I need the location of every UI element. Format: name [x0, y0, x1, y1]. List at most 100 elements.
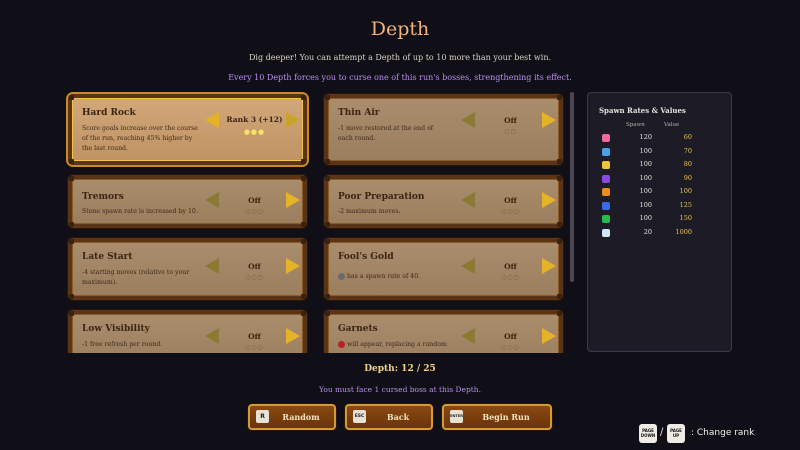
- curse-note: Every 10 Depth forces you to curse one o…: [228, 73, 572, 82]
- spawn-value: 100: [639, 146, 652, 155]
- esc-key-icon: ESC: [353, 410, 366, 423]
- decrease-rank-arrow-icon[interactable]: [205, 192, 219, 208]
- increase-rank-arrow-icon[interactable]: [286, 112, 300, 128]
- increase-rank-arrow-icon[interactable]: [542, 192, 556, 208]
- gem-icon: [602, 134, 610, 142]
- increase-rank-arrow-icon[interactable]: [542, 112, 556, 128]
- card-description-wrap: will appear, replacing a random: [338, 340, 456, 350]
- increase-rank-arrow-icon[interactable]: [286, 258, 300, 274]
- rank-label: Off: [248, 332, 261, 341]
- rank-label: Off: [504, 116, 517, 125]
- rate-row: 100 70: [598, 147, 726, 159]
- modifier-card-poor-preparation[interactable]: Poor Preparation -2 maximum moves. Off ○…: [324, 175, 563, 228]
- r-key-icon: R: [256, 410, 269, 423]
- increase-rank-arrow-icon[interactable]: [542, 258, 556, 274]
- rank-label: Off: [504, 196, 517, 205]
- modifier-card-thin-air[interactable]: Thin Air -1 move restored at the end of …: [324, 94, 563, 165]
- card-description: Stone spawn rate is increased by 10.: [82, 208, 198, 215]
- gem-value: 100: [679, 187, 692, 195]
- gem-icon: [602, 215, 610, 223]
- increase-rank-arrow-icon[interactable]: [542, 328, 556, 344]
- page-up-key-icon: PAGE UP: [667, 424, 685, 443]
- back-button[interactable]: ESC Back: [345, 404, 433, 430]
- modifier-card-fools-gold[interactable]: Fool's Gold has a spawn rate of 40. Off …: [324, 238, 563, 300]
- random-button-label: Random: [282, 412, 320, 422]
- card-description: -1 move restored at the end of each roun…: [338, 125, 434, 142]
- gem-value: 150: [679, 214, 692, 222]
- begin-run-button[interactable]: ENTER Begin Run: [442, 404, 552, 430]
- page-down-key-icon: PAGE DOWN: [639, 424, 657, 443]
- rank-label: Off: [504, 332, 517, 341]
- decrease-rank-arrow-icon[interactable]: [461, 192, 475, 208]
- card-title: Fool's Gold: [338, 252, 394, 262]
- rate-row: 100 150: [598, 214, 726, 226]
- decrease-rank-arrow-icon[interactable]: [461, 112, 475, 128]
- modifier-card-low-visibility[interactable]: Low Visibility -1 free refresh per round…: [68, 310, 307, 353]
- hint-slash: /: [660, 427, 664, 438]
- card-title: Garnets: [338, 324, 378, 334]
- decrease-rank-arrow-icon[interactable]: [205, 112, 219, 128]
- rank-dots: ○○○: [245, 208, 264, 215]
- card-title: Thin Air: [338, 108, 380, 118]
- modifier-card-tremors[interactable]: Tremors Stone spawn rate is increased by…: [68, 175, 307, 228]
- card-title: Poor Preparation: [338, 192, 425, 202]
- rank-dots: ○○○: [501, 208, 520, 215]
- rate-row: 100 80: [598, 160, 726, 172]
- back-button-label: Back: [386, 412, 410, 422]
- spawn-value: 100: [639, 214, 652, 222]
- rate-row: 100 125: [598, 201, 726, 213]
- increase-rank-arrow-icon[interactable]: [286, 328, 300, 344]
- card-title: Late Start: [82, 252, 133, 262]
- decrease-rank-arrow-icon[interactable]: [461, 258, 475, 274]
- modifier-card-late-start[interactable]: Late Start -4 starting moves (relative t…: [68, 238, 307, 300]
- card-description-wrap: has a spawn rate of 40.: [338, 272, 456, 282]
- increase-rank-arrow-icon[interactable]: [286, 192, 300, 208]
- panel-title: Spawn Rates & Values: [599, 106, 686, 115]
- spawn-value: 100: [639, 173, 652, 182]
- card-description: will appear, replacing a random: [347, 341, 447, 348]
- modifier-card-garnets[interactable]: Garnets will appear, replacing a random …: [324, 310, 563, 353]
- random-button[interactable]: R Random: [248, 404, 336, 430]
- rank-label: Off: [504, 262, 517, 271]
- gem-value: 70: [683, 146, 692, 155]
- card-description: Score goals increase over the course of …: [82, 125, 198, 152]
- gem-value: 125: [679, 200, 692, 209]
- change-rank-hint: : Change rank: [691, 428, 755, 438]
- card-description: has a spawn rate of 40.: [347, 273, 421, 280]
- rank-dots: ○○: [504, 128, 517, 135]
- card-description: -4 starting moves (relative to your maxi…: [82, 269, 190, 286]
- rate-row: 100 90: [598, 174, 726, 186]
- gem-value: 60: [683, 133, 692, 141]
- rank-label: Off: [248, 196, 261, 205]
- spawn-value: 120: [639, 133, 652, 141]
- card-title: Low Visibility: [82, 324, 150, 334]
- card-title: Tremors: [82, 192, 124, 202]
- card-title: Hard Rock: [82, 108, 136, 118]
- rank-dots: ○○○: [501, 344, 520, 351]
- rate-row: 120 60: [598, 133, 726, 145]
- scrollbar[interactable]: [570, 92, 574, 282]
- spawn-value: 100: [639, 187, 652, 195]
- card-description: -2 maximum moves.: [338, 208, 401, 215]
- garnet-icon: [338, 341, 345, 348]
- rate-row: 20 1000: [598, 228, 726, 240]
- depth-counter: Depth: 12 / 25: [364, 364, 436, 374]
- spawn-value: 20: [643, 227, 652, 236]
- modifier-grid: Hard Rock Score goals increase over the …: [66, 92, 574, 353]
- decrease-rank-arrow-icon[interactable]: [205, 258, 219, 274]
- value-column-header: Value: [664, 122, 680, 128]
- decrease-rank-arrow-icon[interactable]: [461, 328, 475, 344]
- rank-dots: ●●●: [243, 128, 266, 136]
- spawn-value: 100: [639, 200, 652, 209]
- modifier-card-hard-rock[interactable]: Hard Rock Score goals increase over the …: [68, 94, 307, 165]
- decrease-rank-arrow-icon[interactable]: [205, 328, 219, 344]
- page-subtitle: Dig deeper! You can attempt a Depth of u…: [248, 53, 552, 62]
- spawn-value: 100: [639, 160, 652, 168]
- rank-label: Rank 3 (+12): [226, 115, 283, 124]
- gem-value: 80: [683, 160, 692, 168]
- gem-icon: [602, 147, 610, 156]
- spawn-rates-panel: Spawn Rates & Values Spawn Value 120 60 10…: [587, 92, 732, 352]
- card-description: -1 free refresh per round.: [82, 341, 163, 348]
- gem-icon: [602, 174, 610, 183]
- cursed-boss-note: You must face 1 cursed boss at this Dept…: [319, 385, 481, 394]
